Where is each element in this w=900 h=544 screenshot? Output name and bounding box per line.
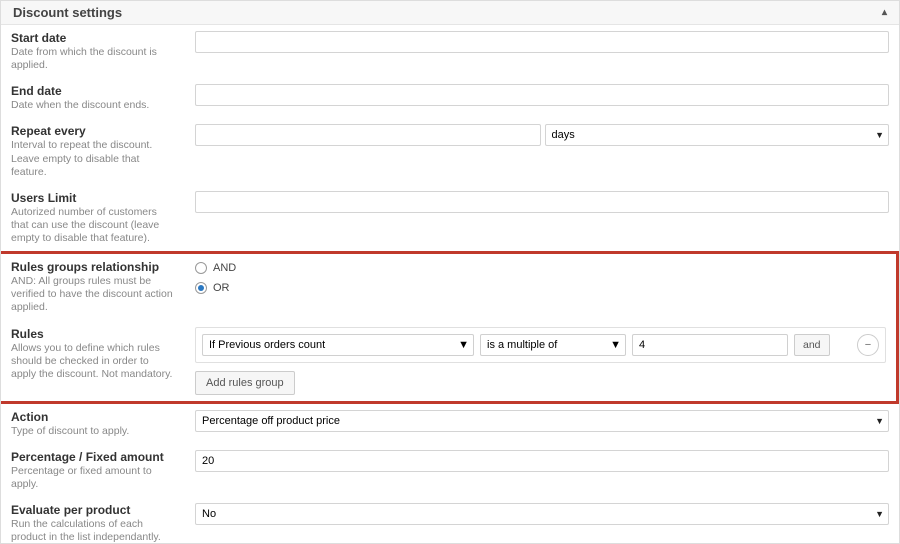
chevron-down-icon: ▼: [875, 130, 884, 140]
start-date-input[interactable]: [195, 31, 889, 53]
row-relationship: Rules groups relationship AND: All group…: [1, 251, 899, 320]
row-action: Action Type of discount to apply. Percen…: [1, 404, 899, 444]
label-end-date: End date: [11, 84, 175, 98]
evaluate-select[interactable]: No ▼: [195, 503, 889, 525]
label-action: Action: [11, 410, 175, 424]
desc-users-limit: Autorized number of customers that can u…: [11, 206, 175, 245]
evaluate-value: No: [202, 508, 216, 520]
row-amount: Percentage / Fixed amount Percentage or …: [1, 444, 899, 497]
amount-input[interactable]: [195, 450, 889, 472]
repeat-unit-select[interactable]: days ▼: [545, 124, 889, 146]
rule-logic-button[interactable]: and: [794, 334, 830, 356]
caret-up-icon: ▴: [882, 7, 887, 18]
panel-header[interactable]: Discount settings ▴: [1, 1, 899, 25]
rule-condition-value: If Previous orders count: [209, 339, 325, 351]
row-start-date: Start date Date from which the discount …: [1, 25, 899, 78]
add-rules-group-button[interactable]: Add rules group: [195, 371, 295, 395]
radio-and[interactable]: AND: [195, 262, 886, 274]
end-date-input[interactable]: [195, 84, 889, 106]
users-limit-input[interactable]: [195, 191, 889, 213]
desc-amount: Percentage or fixed amount to apply.: [11, 465, 175, 491]
panel-title: Discount settings: [13, 5, 122, 20]
desc-end-date: Date when the discount ends.: [11, 99, 175, 112]
row-users-limit: Users Limit Autorized number of customer…: [1, 185, 899, 251]
row-repeat: Repeat every Interval to repeat the disc…: [1, 118, 899, 184]
repeat-interval-input[interactable]: [195, 124, 541, 146]
radio-icon-checked: [195, 282, 207, 294]
radio-icon: [195, 262, 207, 274]
label-evaluate: Evaluate per product: [11, 503, 175, 517]
chevron-down-icon: ▼: [875, 416, 884, 426]
row-rules: Rules Allows you to define which rules s…: [1, 321, 899, 404]
repeat-unit-value: days: [552, 129, 575, 141]
row-evaluate: Evaluate per product Run the calculation…: [1, 497, 899, 543]
radio-or[interactable]: OR: [195, 282, 886, 294]
label-start-date: Start date: [11, 31, 175, 45]
rule-operator-select[interactable]: is a multiple of ▼: [480, 334, 626, 356]
label-amount: Percentage / Fixed amount: [11, 450, 175, 464]
label-rules: Rules: [11, 327, 175, 341]
rule-condition-select[interactable]: If Previous orders count ▼: [202, 334, 474, 356]
radio-or-label: OR: [213, 282, 230, 294]
desc-evaluate: Run the calculations of each product in …: [11, 518, 175, 543]
chevron-down-icon: ▼: [875, 509, 884, 519]
label-relationship: Rules groups relationship: [11, 260, 175, 274]
action-value: Percentage off product price: [202, 415, 340, 427]
desc-repeat: Interval to repeat the discount. Leave e…: [11, 139, 175, 178]
desc-start-date: Date from which the discount is applied.: [11, 46, 175, 72]
desc-relationship: AND: All groups rules must be verified t…: [11, 275, 175, 314]
radio-and-label: AND: [213, 262, 236, 274]
desc-rules: Allows you to define which rules should …: [11, 342, 175, 381]
row-end-date: End date Date when the discount ends.: [1, 78, 899, 118]
label-users-limit: Users Limit: [11, 191, 175, 205]
action-select[interactable]: Percentage off product price ▼: [195, 410, 889, 432]
chevron-down-icon: ▼: [458, 339, 469, 351]
desc-action: Type of discount to apply.: [11, 425, 175, 438]
label-repeat: Repeat every: [11, 124, 175, 138]
rule-operator-value: is a multiple of: [487, 339, 557, 351]
remove-rule-button[interactable]: −: [857, 334, 879, 356]
rule-value-input[interactable]: [632, 334, 788, 356]
rules-group: If Previous orders count ▼ is a multiple…: [195, 327, 886, 363]
chevron-down-icon: ▼: [610, 339, 621, 351]
